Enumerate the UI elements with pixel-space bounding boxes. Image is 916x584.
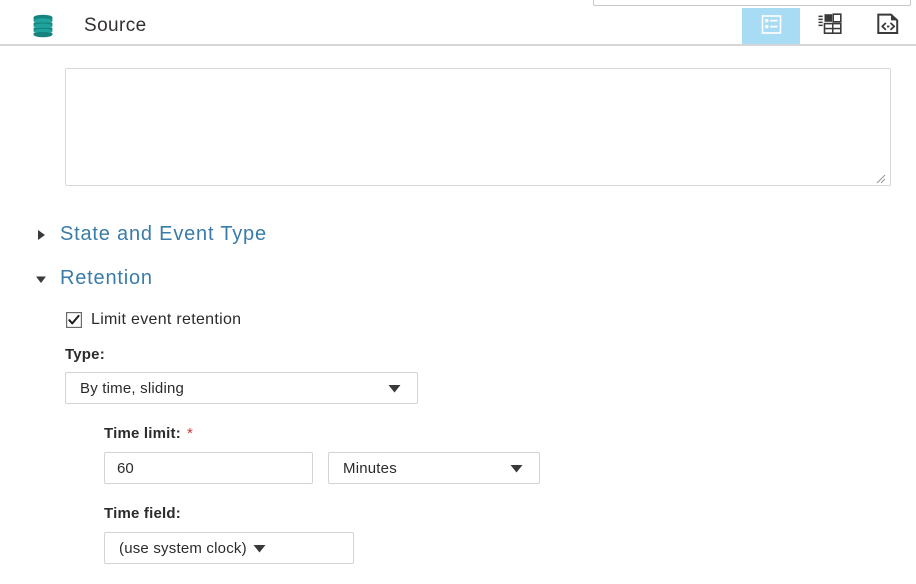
section-header-retention[interactable]: Retention	[34, 267, 153, 290]
code-page-icon	[876, 13, 900, 39]
source-form: State and Event Type Retention Limit eve…	[0, 46, 916, 584]
table-grid-icon	[818, 13, 842, 39]
type-select[interactable]: By time, sliding	[65, 372, 418, 404]
required-asterisk: *	[186, 425, 193, 442]
type-label: Type:	[65, 346, 105, 363]
section-label-retention: Retention	[60, 267, 153, 289]
chevron-down-icon	[510, 464, 523, 472]
time-field-select-value: (use system clock)	[119, 539, 247, 557]
time-field-select[interactable]: (use system clock)	[104, 532, 354, 564]
database-icon	[32, 14, 54, 38]
limit-event-retention-checkbox[interactable]	[66, 312, 82, 328]
time-field-label: Time field:	[104, 505, 181, 522]
time-limit-unit-select[interactable]: Minutes	[328, 452, 540, 484]
header-view-tabs	[742, 8, 916, 44]
header-left-group: Source	[0, 8, 742, 44]
description-textarea[interactable]	[65, 68, 891, 186]
source-header-bar: Source	[0, 8, 916, 46]
time-limit-label: Time limit: *	[104, 425, 193, 442]
chevron-down-icon	[36, 276, 46, 283]
page-title: Source	[84, 15, 147, 36]
limit-event-retention-row[interactable]: Limit event retention	[66, 311, 241, 329]
time-limit-unit-value: Minutes	[343, 459, 397, 477]
type-select-value: By time, sliding	[80, 379, 185, 397]
tab-code-view[interactable]	[858, 8, 916, 44]
section-label-state-and-event-type: State and Event Type	[60, 223, 267, 245]
limit-event-retention-label: Limit event retention	[91, 311, 242, 328]
chevron-down-icon	[253, 544, 266, 552]
clipped-top-strip	[0, 0, 916, 8]
time-limit-label-text: Time limit:	[104, 425, 181, 442]
tab-form-view[interactable]	[742, 8, 800, 44]
section-header-state-and-event-type[interactable]: State and Event Type	[34, 223, 267, 246]
form-list-icon	[761, 14, 782, 39]
clipped-search-input[interactable]	[593, 0, 911, 6]
time-limit-input[interactable]	[104, 452, 313, 484]
chevron-down-icon	[388, 384, 401, 392]
chevron-right-icon	[38, 229, 45, 240]
tab-table-view[interactable]	[800, 8, 858, 44]
